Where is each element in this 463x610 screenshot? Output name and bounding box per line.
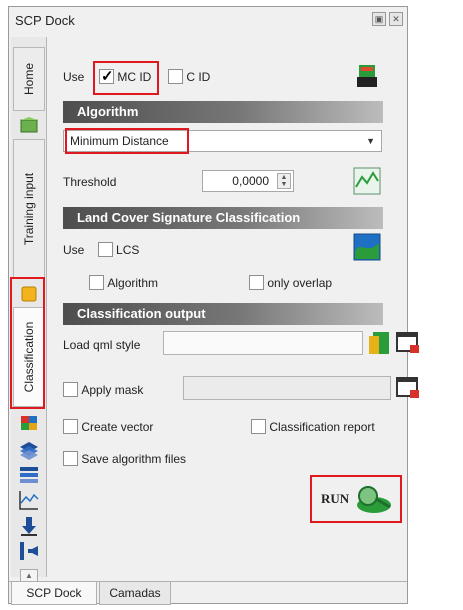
- c-id-label: C ID: [186, 69, 211, 84]
- run-button[interactable]: RUN: [310, 475, 402, 523]
- vertical-tab-strip: Home Training input Classification ▲: [10, 37, 47, 599]
- load-qml-label: Load qml style: [63, 337, 141, 352]
- apply-mask-label: Apply mask: [81, 382, 144, 397]
- postprocessing-icon[interactable]: [18, 540, 40, 562]
- create-vector-checkbox[interactable]: Create vector: [63, 419, 154, 435]
- algorithm-header: Algorithm: [63, 101, 383, 123]
- reset-mask-icon[interactable]: [395, 375, 421, 401]
- mc-id-check[interactable]: [99, 67, 114, 85]
- lcs-use-row: Use LCS: [63, 242, 140, 258]
- home-icon: [20, 117, 38, 133]
- tab-training-input[interactable]: Training input: [13, 139, 45, 279]
- download-icon[interactable]: [18, 515, 40, 537]
- reset-qml-icon[interactable]: [395, 330, 421, 356]
- tab-camadas[interactable]: Camadas: [99, 582, 171, 605]
- save-algorithm-files-label: Save algorithm files: [81, 451, 187, 466]
- lcs-header: Land Cover Signature Classification: [63, 207, 383, 229]
- threshold-row: Threshold: [63, 174, 116, 189]
- title-bar: SCP Dock ▣ ✕: [9, 7, 407, 33]
- signature-threshold-icon[interactable]: [353, 233, 381, 261]
- scp-dock-panel: SCP Dock ▣ ✕ Home Training input Classif…: [8, 6, 419, 605]
- lcs-algorithm-label: Algorithm: [107, 275, 159, 290]
- lcs-algorithm-checkbox[interactable]: Algorithm: [89, 275, 159, 291]
- threshold-value: 0,0000: [232, 174, 269, 188]
- band-set-icon[interactable]: [18, 439, 40, 461]
- classification-tab-highlight: [10, 277, 45, 409]
- tab-training-input-label: Training input: [22, 172, 36, 246]
- macroclass-icon[interactable]: [353, 61, 381, 89]
- use-label: Use: [63, 69, 85, 84]
- c-id-checkbox[interactable]: C ID: [168, 69, 211, 85]
- spin-arrows-icon[interactable]: ▲ ▼: [277, 173, 291, 189]
- chevron-down-icon: ▼: [366, 136, 375, 146]
- float-icon[interactable]: ▣: [372, 12, 386, 26]
- create-vector-check[interactable]: [63, 419, 78, 435]
- c-id-check[interactable]: [168, 69, 183, 85]
- lcs-algorithm-check[interactable]: [89, 275, 104, 291]
- apply-mask-check[interactable]: [63, 382, 78, 398]
- save-algorithm-files-checkbox[interactable]: Save algorithm files: [63, 451, 187, 467]
- dock-title: SCP Dock: [15, 13, 75, 28]
- classification-report-label: Classification report: [269, 419, 375, 434]
- mc-id-label: MC ID: [117, 69, 152, 84]
- only-overlap-label: only overlap: [267, 275, 333, 290]
- run-icon: [357, 486, 391, 513]
- classification-report-check[interactable]: [251, 419, 266, 435]
- close-icon[interactable]: ✕: [389, 12, 403, 26]
- tab-home[interactable]: Home: [13, 47, 45, 111]
- threshold-spinbox[interactable]: 0,0000 ▲ ▼: [202, 170, 294, 192]
- only-overlap-checkbox[interactable]: only overlap: [249, 275, 333, 291]
- apply-mask-checkbox[interactable]: Apply mask: [63, 382, 144, 398]
- classification-icon: [21, 416, 37, 430]
- band-list-icon[interactable]: [18, 464, 40, 486]
- qml-style-field[interactable]: [163, 331, 363, 355]
- algorithm-highlight: [65, 128, 189, 154]
- lcs-label: LCS: [116, 242, 140, 257]
- lcs-use-label: Use: [63, 242, 85, 257]
- mask-file-field[interactable]: [183, 376, 391, 400]
- tab-scp-dock[interactable]: SCP Dock: [11, 582, 97, 605]
- mc-id-checkbox[interactable]: MC ID: [99, 67, 152, 85]
- bottom-tab-bar: SCP Dock Camadas: [9, 581, 407, 605]
- classification-output-header: Classification output: [63, 303, 383, 325]
- run-label: RUN: [321, 491, 350, 506]
- save-algorithm-files-check[interactable]: [63, 451, 78, 467]
- load-qml-row: Load qml style: [63, 337, 140, 352]
- tab-home-label: Home: [22, 62, 36, 96]
- spectral-plot-icon[interactable]: [18, 489, 40, 511]
- use-row: Use: [63, 69, 84, 84]
- algorithm-weight-icon[interactable]: [353, 167, 381, 195]
- only-overlap-check[interactable]: [249, 275, 264, 291]
- threshold-label: Threshold: [63, 174, 117, 189]
- lcs-check[interactable]: [97, 242, 113, 258]
- create-vector-label: Create vector: [81, 419, 154, 434]
- load-qml-icon[interactable]: [367, 330, 393, 356]
- classification-report-checkbox[interactable]: Classification report: [251, 419, 375, 435]
